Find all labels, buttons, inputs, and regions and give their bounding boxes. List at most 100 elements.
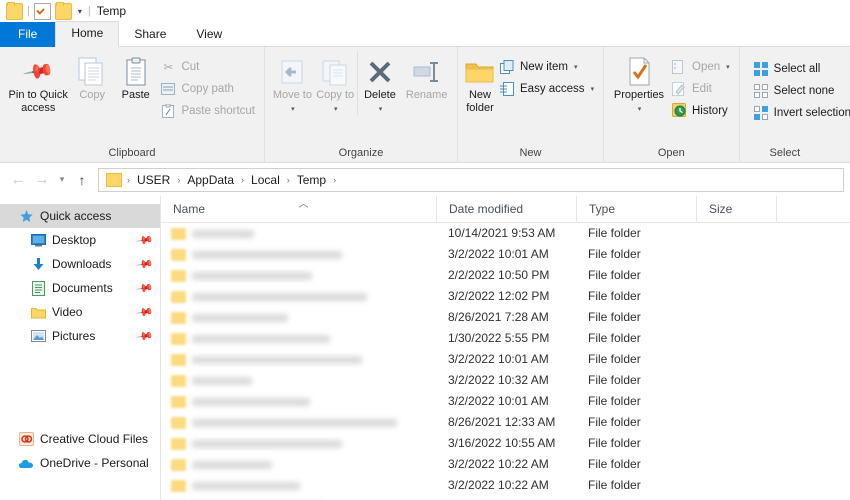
group-label-organize: Organize [338,147,384,159]
ribbon-tabs: File Home Share View [0,21,850,47]
select-none-button[interactable]: Select none [750,81,850,100]
column-header-type[interactable]: Type [576,196,696,222]
breadcrumb-item-temp[interactable]: Temp [293,170,330,190]
sidebar-item-video[interactable]: Video 📌 [0,300,160,324]
table-row[interactable]: 3/2/2022 10:22 AM File folder [161,454,850,475]
recent-locations-caret-icon[interactable]: ▾ [54,168,70,192]
open-caret-icon[interactable]: ▾ [726,63,730,71]
tab-file[interactable]: File [0,22,56,47]
delete-x-icon [367,55,393,89]
file-name-redacted [192,250,342,259]
pin-icon[interactable]: 📌 [136,231,155,250]
up-arrow-icon[interactable]: ↑ [70,168,94,192]
table-row[interactable]: 10/14/2021 9:53 AM File folder [161,223,850,244]
breadcrumb-item-appdata[interactable]: AppData [183,170,238,190]
folder-icon[interactable] [6,1,23,20]
cell-size [696,307,776,328]
tab-home[interactable]: Home [55,21,120,47]
table-row[interactable]: 2/2/2022 10:50 PM File folder [161,265,850,286]
paste-button[interactable]: Paste [114,51,158,102]
tab-share[interactable]: Share [119,22,181,47]
table-row[interactable]: 1/30/2022 5:55 PM File folder [161,328,850,349]
cell-date-modified: 2/2/2022 10:50 PM [448,268,550,282]
new-item-caret-icon[interactable]: ▾ [574,63,578,71]
file-name-redacted [192,397,310,406]
tab-view[interactable]: View [181,22,237,47]
new-folder-button[interactable]: New folder [464,51,496,115]
sidebar-label-documents: Documents [52,281,113,295]
breadcrumb-separator-2[interactable]: › [240,175,245,185]
easy-access-button[interactable]: Easy access ▾ [496,79,597,98]
column-header-name[interactable]: Name ︿ [161,196,436,222]
pin-icon[interactable]: 📌 [136,279,155,298]
new-item-button[interactable]: New item ▾ [496,57,597,76]
table-row[interactable]: 3/2/2022 12:02 PM File folder [161,286,850,307]
copy-to-caret-icon[interactable]: ▾ [334,103,338,116]
cut-button[interactable]: ✂ Cut [157,57,258,76]
sidebar-item-creative-cloud-files[interactable]: Creative Cloud Files [0,427,160,451]
pin-icon[interactable]: 📌 [136,327,155,346]
column-header-size[interactable]: Size [696,196,776,222]
table-row[interactable]: 3/16/2022 10:55 AM File folder [161,433,850,454]
qat-divider: | [27,4,30,17]
breadcrumb-item-local[interactable]: Local [247,170,284,190]
breadcrumb-separator-3[interactable]: › [286,175,291,185]
select-all-label: Select all [773,62,821,75]
sidebar-item-desktop[interactable]: Desktop 📌 [0,228,160,252]
open-button[interactable]: Open ▾ [668,57,733,76]
paste-icon [123,55,149,89]
table-row[interactable]: 3/2/2022 10:01 AM File folder [161,244,850,265]
pin-icon[interactable]: 📌 [136,303,155,322]
history-button[interactable]: History [668,101,733,120]
sidebar-item-pictures[interactable]: Pictures 📌 [0,324,160,348]
sidebar-item-onedrive-personal[interactable]: OneDrive - Personal [0,451,160,475]
invert-selection-button[interactable]: Invert selection [750,103,850,122]
move-to-caret-icon[interactable]: ▾ [291,103,295,116]
sidebar-label-pictures: Pictures [52,329,96,343]
table-row[interactable]: 3/2/2022 10:01 AM File folder [161,349,850,370]
select-all-button[interactable]: Select all [750,59,850,78]
title-divider: | [87,4,91,17]
folder-icon [171,290,186,303]
properties-button[interactable]: Properties ▾ [610,51,668,116]
table-row[interactable]: 3/2/2022 10:32 AM File folder [161,370,850,391]
pin-icon[interactable]: 📌 [136,255,155,274]
table-row[interactable]: 3/2/2022 10:01 AM File folder [161,391,850,412]
sidebar-item-documents[interactable]: Documents 📌 [0,276,160,300]
column-header-date-modified[interactable]: Date modified [436,196,576,222]
table-row[interactable]: 3/2/2022 10:22 AM File folder [161,475,850,496]
move-to-button[interactable]: Move to ▾ [271,51,314,116]
paste-shortcut-icon [160,103,176,119]
new-folder-icon[interactable] [54,1,72,20]
table-row[interactable]: 8/26/2021 7:28 AM File folder [161,307,850,328]
sidebar-item-downloads[interactable]: Downloads 📌 [0,252,160,276]
paste-shortcut-button[interactable]: Paste shortcut [157,101,258,120]
pin-to-quick-access-button[interactable]: 📌 Pin to Quick access [6,51,70,115]
delete-caret-icon[interactable]: ▾ [379,103,383,116]
rename-button[interactable]: Rename [402,51,451,102]
breadcrumb[interactable]: › USER › AppData › Local › Temp › [98,167,844,192]
breadcrumb-separator-0[interactable]: › [126,175,131,185]
cell-date-modified: 1/30/2022 5:55 PM [448,331,550,345]
breadcrumb-folder-icon[interactable] [106,172,122,187]
breadcrumb-separator-1[interactable]: › [176,175,181,185]
breadcrumb-separator-4[interactable]: › [332,175,337,185]
sidebar-item-quick-access[interactable]: Quick access [0,204,160,228]
cell-size [696,454,776,475]
table-row[interactable]: 8/26/2021 12:33 AM File folder [161,412,850,433]
forward-arrow-icon[interactable]: → [30,168,54,192]
properties-caret-icon[interactable]: ▾ [638,103,642,116]
delete-button[interactable]: Delete ▾ [356,51,403,116]
table-row[interactable]: 10/23/2021 12:26 PMFile folder [161,496,850,500]
easy-access-caret-icon[interactable]: ▾ [591,85,595,93]
copy-to-button[interactable]: Copy to ▾ [314,51,357,116]
copy-button[interactable]: Copy [70,51,114,102]
ribbon: 📌 Pin to Quick access Copy Paste ✂ Cut C… [0,47,850,163]
properties-icon[interactable] [33,2,51,20]
customize-caret-icon[interactable]: ▾ [76,7,84,16]
back-arrow-icon[interactable]: ← [6,168,30,192]
cell-name [161,307,436,328]
copy-path-button[interactable]: Copy path [157,79,258,98]
edit-button[interactable]: Edit [668,79,733,98]
breadcrumb-item-user[interactable]: USER [133,170,174,190]
